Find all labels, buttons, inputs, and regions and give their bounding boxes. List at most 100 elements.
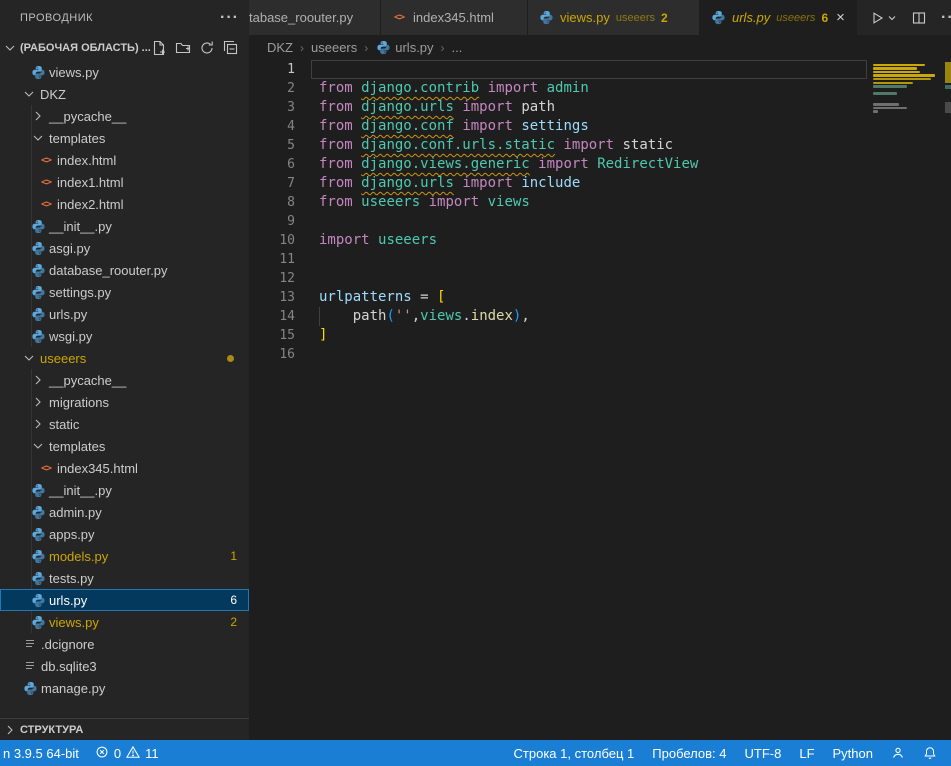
tree-item-templates[interactable]: templates (0, 127, 249, 149)
tree-item-label: database_roouter.py (49, 263, 168, 278)
minimap-line (873, 103, 899, 105)
workspace-section-header[interactable]: (РАБОЧАЯ ОБЛАСТЬ) ... (0, 35, 249, 61)
tree-item-useeers[interactable]: useeers (0, 347, 249, 369)
tree-item--init-.py[interactable]: __init__.py (0, 215, 249, 237)
language-mode-status[interactable]: Python (833, 746, 873, 761)
tree-item-db.sqlite3[interactable]: db.sqlite3 (0, 655, 249, 677)
tree-item-views.py[interactable]: views.py (0, 61, 249, 83)
problems-status[interactable]: 0 11 (95, 745, 159, 762)
tree-item-index2.html[interactable]: <>index2.html (0, 193, 249, 215)
code-text[interactable] (311, 212, 867, 231)
code-line-7: 7 from django.urls import include (249, 174, 867, 193)
tree-item-urls.py[interactable]: urls.py6 (0, 589, 249, 611)
code-text[interactable]: from django.contrib import admin (311, 79, 867, 98)
sidebar-title: ПРОВОДНИК (20, 12, 93, 24)
python-icon (30, 218, 46, 234)
code-line-15: 15] (249, 326, 867, 345)
breadcrumb-item-DKZ[interactable]: DKZ (267, 40, 293, 55)
refresh-button[interactable] (199, 40, 215, 56)
code-text[interactable]: from django.urls import include (311, 174, 867, 193)
tree-item--pycache-[interactable]: __pycache__ (0, 105, 249, 127)
tree-item-templates[interactable]: templates (0, 435, 249, 457)
tree-item-label: models.py (49, 549, 108, 564)
tree-item--pycache-[interactable]: __pycache__ (0, 369, 249, 391)
tab-label: index345.html (413, 10, 494, 25)
encoding-status[interactable]: UTF-8 (745, 746, 782, 761)
tree-item-wsgi.py[interactable]: wsgi.py (0, 325, 249, 347)
code-text[interactable]: from django.views.generic import Redirec… (311, 155, 867, 174)
breadcrumb-item-urls.py[interactable]: urls.py (375, 40, 433, 56)
python-icon (30, 306, 46, 322)
tree-item-database-roouter.py[interactable]: database_roouter.py (0, 259, 249, 281)
tab-tabase-roouter.py[interactable]: tabase_roouter.py (249, 0, 381, 35)
line-number: 8 (249, 193, 295, 212)
tree-item-.dcignore[interactable]: .dcignore (0, 633, 249, 655)
tree-item-models.py[interactable]: models.py1 (0, 545, 249, 567)
code-text[interactable]: from django.conf.urls.static import stat… (311, 136, 867, 155)
tree-item-label: index345.html (57, 461, 138, 476)
code-text[interactable]: ] (311, 326, 867, 345)
tree-item-views.py[interactable]: views.py2 (0, 611, 249, 633)
code-text[interactable]: from django.conf import settings (311, 117, 867, 136)
code-editor[interactable]: 12from django.contrib import admin3from … (249, 60, 951, 740)
new-file-button[interactable] (151, 40, 167, 56)
split-editor-button[interactable] (911, 9, 928, 26)
tree-item-label: wsgi.py (49, 329, 92, 344)
tree-item-migrations[interactable]: migrations (0, 391, 249, 413)
breadcrumb-item-useeers[interactable]: useeers (311, 40, 357, 55)
overview-ruler[interactable] (945, 60, 951, 740)
editor-more-actions-icon[interactable]: ··· (941, 13, 951, 23)
cursor-position-status[interactable]: Строка 1, столбец 1 (514, 746, 635, 761)
notifications-bell-icon[interactable] (923, 746, 937, 760)
tab-views.py[interactable]: views.pyuseeers2 (528, 0, 700, 35)
tree-item-index345.html[interactable]: <>index345.html (0, 457, 249, 479)
run-button[interactable] (869, 10, 898, 26)
new-folder-button[interactable] (175, 40, 191, 56)
code-text[interactable]: path('',views.index), (311, 307, 867, 326)
minimap-line (873, 64, 925, 66)
collapse-all-button[interactable] (223, 40, 239, 56)
code-text[interactable]: from useeers import views (311, 193, 867, 212)
tree-item-apps.py[interactable]: apps.py (0, 523, 249, 545)
tree-item-settings.py[interactable]: settings.py (0, 281, 249, 303)
code-text[interactable]: import useeers (311, 231, 867, 250)
editor-group: tabase_roouter.py <> index345.html views.py… (249, 0, 951, 740)
tab-urls.py[interactable]: urls.pyuseeers6× (700, 0, 857, 35)
tree-item-label: settings.py (49, 285, 111, 300)
tree-item-index.html[interactable]: <>index.html (0, 149, 249, 171)
code-text[interactable] (311, 250, 867, 269)
tree-item--init-.py[interactable]: __init__.py (0, 479, 249, 501)
tab-label: views.py (560, 10, 610, 25)
python-interpreter-status[interactable]: n 3.9.5 64-bit (3, 746, 79, 761)
tree-item-index1.html[interactable]: <>index1.html (0, 171, 249, 193)
minimap-line (873, 82, 913, 84)
minimap[interactable] (872, 60, 945, 740)
tree-item-manage.py[interactable]: manage.py (0, 677, 249, 699)
code-text[interactable] (311, 345, 867, 364)
tree-item-asgi.py[interactable]: asgi.py (0, 237, 249, 259)
code-text[interactable] (311, 60, 867, 79)
breadcrumb-item-...[interactable]: ... (452, 40, 463, 55)
code-text[interactable] (311, 269, 867, 288)
feedback-icon[interactable] (891, 746, 905, 760)
code-text[interactable]: urlpatterns = [ (311, 288, 867, 307)
tab-index345.html[interactable]: <> index345.html (381, 0, 528, 35)
line-number: 3 (249, 98, 295, 117)
tree-item-urls.py[interactable]: urls.py (0, 303, 249, 325)
tree-item-DKZ[interactable]: DKZ (0, 83, 249, 105)
tree-item-static[interactable]: static (0, 413, 249, 435)
close-icon[interactable]: × (836, 10, 845, 25)
code-text[interactable]: from django.urls import path (311, 98, 867, 117)
eol-status[interactable]: LF (799, 746, 814, 761)
tree-item-admin.py[interactable]: admin.py (0, 501, 249, 523)
outline-section-header[interactable]: СТРУКТУРА (0, 718, 249, 740)
line-number: 13 (249, 288, 295, 307)
line-number: 7 (249, 174, 295, 193)
html-icon: <> (391, 10, 407, 26)
breadcrumb-label: DKZ (267, 40, 293, 55)
tree-item-tests.py[interactable]: tests.py (0, 567, 249, 589)
indentation-status[interactable]: Пробелов: 4 (652, 746, 726, 761)
sidebar-more-actions-icon[interactable]: ··· (220, 13, 239, 23)
warning-icon (126, 745, 140, 762)
tree-item-label: index1.html (57, 175, 123, 190)
